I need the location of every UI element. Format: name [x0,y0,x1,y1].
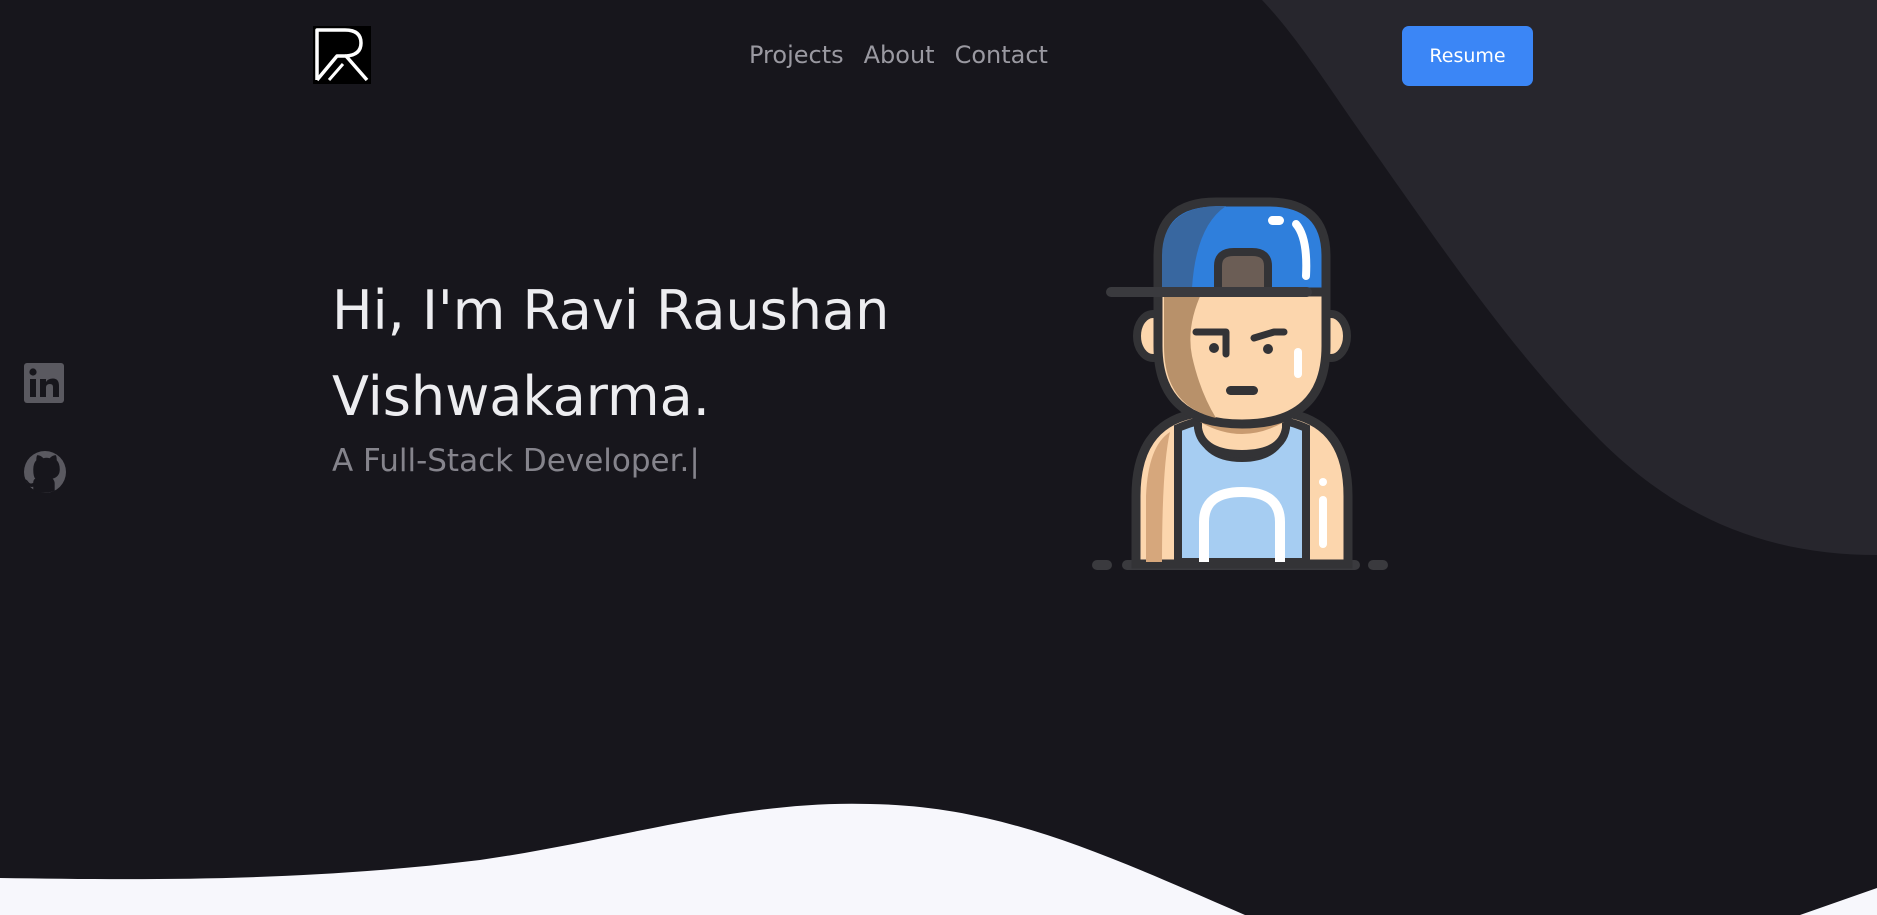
background-shapes [0,0,1877,915]
hero-title: Hi, I'm Ravi Raushan Vishwakarma. [332,279,890,428]
linkedin-link[interactable] [22,361,68,407]
portfolio-page: Projects About Contact Resume Hi, I'm Ra… [0,0,1877,915]
logo[interactable] [313,26,371,84]
nav-projects-link[interactable]: Projects [749,38,844,72]
main-nav: Projects About Contact [749,38,1048,72]
hero-subtitle: A Full-Stack Developer.| [332,443,700,479]
developer-avatar-illustration [1092,197,1388,570]
resume-button[interactable]: Resume [1402,26,1533,86]
github-link[interactable] [22,449,68,495]
linkedin-icon [24,363,64,403]
bottom-wave [0,803,1877,915]
github-icon [24,451,66,493]
r-logo-icon [313,26,371,84]
nav-contact-link[interactable]: Contact [955,38,1048,72]
nav-about-link[interactable]: About [864,38,935,72]
